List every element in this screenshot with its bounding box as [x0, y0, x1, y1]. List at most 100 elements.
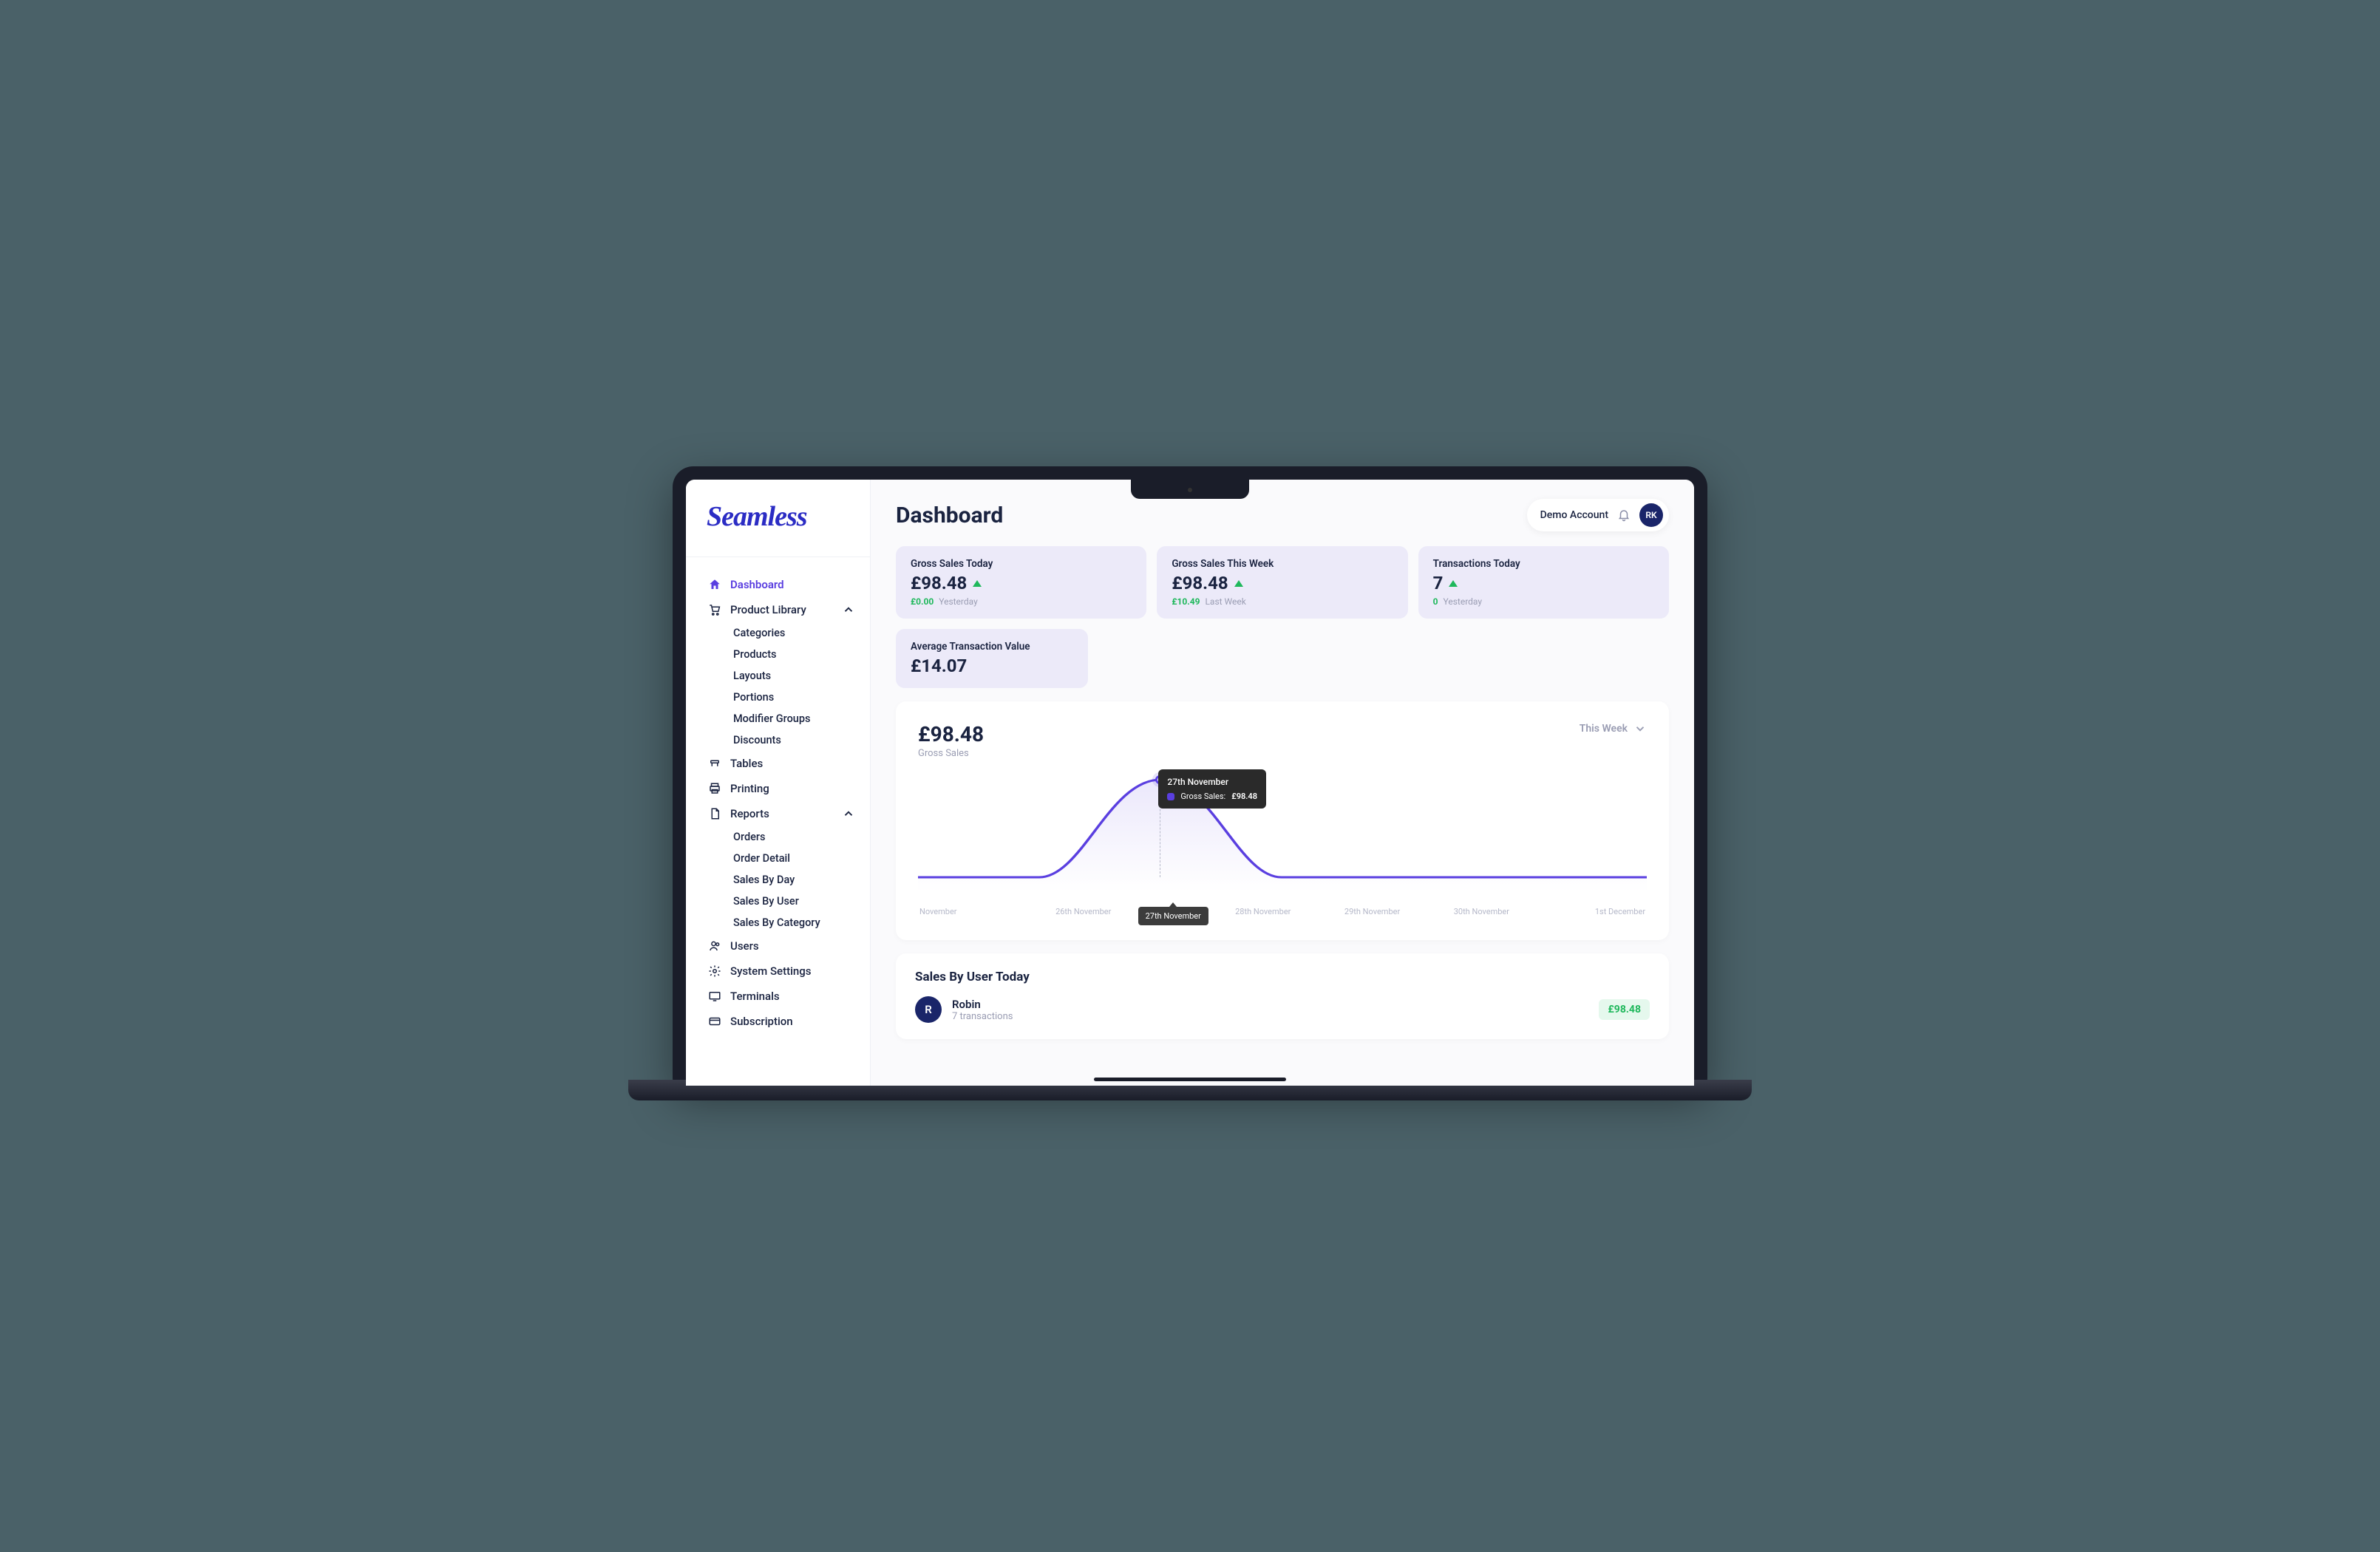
account-pill[interactable]: Demo Account RK: [1527, 499, 1669, 531]
chevron-down-icon: [1633, 722, 1647, 735]
sidebar-item-subscription[interactable]: Subscription: [701, 1009, 863, 1034]
x-tick: 29th November: [1318, 907, 1427, 925]
users-icon: [708, 939, 721, 953]
period-selector[interactable]: This Week: [1580, 722, 1647, 735]
sidebar-nav: Dashboard Product Library Categories Pro…: [686, 566, 870, 1040]
sidebar-label: Tables: [730, 757, 763, 770]
x-tick-active: 27th November: [1138, 907, 1208, 925]
sidebar-label: Subscription: [730, 1015, 793, 1028]
sidebar: Seamless Dashboard Product Library Categ…: [686, 480, 871, 1086]
chart-plot: [918, 766, 1647, 892]
laptop-notch: [1131, 480, 1249, 499]
topbar: Dashboard Demo Account RK: [896, 499, 1669, 531]
stat-value-text: £14.07: [911, 656, 967, 676]
stat-value-text: £98.48: [911, 573, 967, 593]
stat-sub: £0.00 Yesterday: [911, 596, 1132, 607]
sidebar-label: Terminals: [730, 990, 780, 1003]
stat-value: £98.48: [911, 573, 1132, 593]
sidebar-label: System Settings: [730, 964, 811, 978]
stat-title: Transactions Today: [1433, 558, 1654, 570]
app-window: Seamless Dashboard Product Library Categ…: [686, 480, 1694, 1086]
sidebar-sub-sales-by-user[interactable]: Sales By User: [701, 891, 863, 912]
sidebar-item-tables[interactable]: Tables: [701, 751, 863, 776]
stat-sub-green: £10.49: [1172, 596, 1200, 607]
stat-gross-sales-week[interactable]: Gross Sales This Week £98.48 £10.49 Last…: [1157, 546, 1407, 619]
sidebar-label: Dashboard: [730, 578, 784, 591]
sidebar-label: Users: [730, 939, 759, 953]
sidebar-sub-order-detail[interactable]: Order Detail: [701, 848, 863, 869]
sidebar-sub-layouts[interactable]: Layouts: [701, 665, 863, 687]
printer-icon: [708, 782, 721, 795]
stat-sub-green: 0: [1433, 596, 1438, 607]
stat-value-text: 7: [1433, 573, 1444, 593]
sidebar-sub-sales-by-day[interactable]: Sales By Day: [701, 869, 863, 891]
x-tick: November: [919, 907, 1029, 925]
chevron-up-icon: [842, 603, 855, 616]
stat-sub-grey: Last Week: [1205, 596, 1245, 607]
sidebar-label: Product Library: [730, 603, 806, 616]
page-title: Dashboard: [896, 503, 1003, 528]
sidebar-sub-sales-by-category[interactable]: Sales By Category: [701, 912, 863, 933]
home-icon: [708, 578, 721, 591]
stat-value: £14.07: [911, 656, 1073, 676]
chart-subtitle: Gross Sales: [918, 748, 984, 759]
stat-transactions-today[interactable]: Transactions Today 7 0 Yesterday: [1418, 546, 1669, 619]
stat-avg-transaction[interactable]: Average Transaction Value £14.07: [896, 629, 1088, 688]
user-name: Robin: [952, 998, 1013, 1011]
stat-sub-grey: Yesterday: [1444, 596, 1483, 607]
sidebar-item-reports[interactable]: Reports: [701, 801, 863, 826]
sidebar-sub-portions[interactable]: Portions: [701, 687, 863, 708]
gear-icon: [708, 964, 721, 978]
sidebar-sub-orders[interactable]: Orders: [701, 826, 863, 848]
home-indicator: [1094, 1078, 1286, 1081]
sidebar-item-product-library[interactable]: Product Library: [701, 597, 863, 622]
x-tick: 30th November: [1427, 907, 1536, 925]
sidebar-item-terminals[interactable]: Terminals: [701, 984, 863, 1009]
sidebar-sub-modifier-groups[interactable]: Modifier Groups: [701, 708, 863, 729]
tooltip-label: Gross Sales:: [1180, 792, 1225, 801]
chart-value: £98.48: [918, 722, 984, 746]
trend-up-icon: [1449, 580, 1458, 587]
sidebar-item-system-settings[interactable]: System Settings: [701, 959, 863, 984]
sidebar-sub-products[interactable]: Products: [701, 644, 863, 665]
x-tick: 1st December: [1536, 907, 1645, 925]
sidebar-sub-discounts[interactable]: Discounts: [701, 729, 863, 751]
user-avatar: R: [915, 996, 942, 1023]
stats-row-2: Average Transaction Value £14.07: [896, 629, 1669, 688]
tables-icon: [708, 757, 721, 770]
x-tick: 26th November: [1029, 907, 1138, 925]
user-transactions: 7 transactions: [952, 1011, 1013, 1022]
user-row[interactable]: R Robin 7 transactions £98.48: [915, 996, 1650, 1023]
stat-sub-grey: Yesterday: [939, 596, 978, 607]
period-label: This Week: [1580, 723, 1628, 735]
stat-sub-green: £0.00: [911, 596, 934, 607]
sidebar-item-users[interactable]: Users: [701, 933, 863, 959]
chart-header: £98.48 Gross Sales This Week: [918, 722, 1647, 759]
sidebar-item-dashboard[interactable]: Dashboard: [701, 572, 863, 597]
monitor-icon: [708, 990, 721, 1003]
stat-value: £98.48: [1172, 573, 1393, 593]
sidebar-item-printing[interactable]: Printing: [701, 776, 863, 801]
account-name: Demo Account: [1540, 509, 1608, 521]
sidebar-sub-categories[interactable]: Categories: [701, 622, 863, 644]
cart-icon: [708, 603, 721, 616]
stat-sub: 0 Yesterday: [1433, 596, 1654, 607]
bell-icon[interactable]: [1617, 508, 1631, 522]
chart-tooltip: 27th November Gross Sales: £98.48: [1158, 769, 1266, 809]
stat-title: Gross Sales Today: [911, 558, 1132, 570]
stat-sub: £10.49 Last Week: [1172, 596, 1393, 607]
chart-x-axis: November 26th November 27th November 28t…: [918, 907, 1647, 925]
stat-gross-sales-today[interactable]: Gross Sales Today £98.48 £0.00 Yesterday: [896, 546, 1146, 619]
x-tick: 28th November: [1208, 907, 1318, 925]
chevron-up-icon: [842, 807, 855, 820]
document-icon: [708, 807, 721, 820]
tooltip-series-dot: [1167, 793, 1174, 800]
stat-value-text: £98.48: [1172, 573, 1228, 593]
sidebar-label: Printing: [730, 782, 769, 795]
avatar[interactable]: RK: [1639, 503, 1663, 527]
chart-body[interactable]: 27th November Gross Sales: £98.48: [918, 766, 1647, 907]
laptop-frame: Seamless Dashboard Product Library Categ…: [673, 466, 1707, 1086]
tooltip-date: 27th November: [1167, 777, 1257, 787]
stat-title: Gross Sales This Week: [1172, 558, 1393, 570]
card-title: Sales By User Today: [915, 970, 1650, 984]
